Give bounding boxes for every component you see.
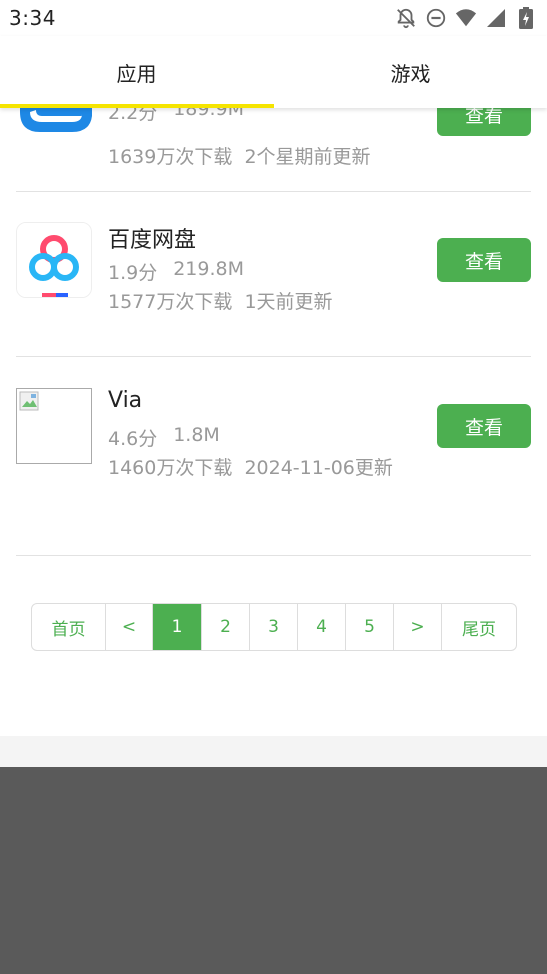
app-downloads: 1460万次下载 2024-11-06更新	[108, 451, 398, 485]
page-last[interactable]: 尾页	[442, 604, 516, 650]
update-time: 2个星期前更新	[244, 146, 371, 168]
page-5[interactable]: 5	[346, 604, 394, 650]
download-count: 1639万次下载	[108, 146, 233, 168]
page-1[interactable]: 1	[153, 604, 202, 650]
notifications-off-icon	[395, 7, 417, 29]
status-icons	[395, 6, 537, 30]
status-bar: 3:34	[0, 0, 547, 36]
divider	[16, 356, 531, 357]
battery-charging-icon	[515, 7, 537, 29]
app-rating: 4.6分	[108, 428, 158, 450]
app-downloads: 1639万次下载 2个星期前更新	[108, 140, 398, 174]
baidu-netdisk-icon[interactable]	[16, 222, 92, 298]
update-time: 1天前更新	[244, 291, 333, 313]
tab-games[interactable]: 游戏	[274, 36, 547, 108]
divider	[16, 555, 531, 556]
download-count: 1577万次下载	[108, 291, 233, 313]
page-first[interactable]: 首页	[32, 604, 106, 650]
view-button[interactable]: 查看	[437, 404, 531, 448]
update-time: 2024-11-06更新	[244, 457, 393, 479]
page-prev[interactable]: <	[106, 604, 153, 650]
bottom-overlay	[0, 767, 547, 974]
page-2[interactable]: 2	[202, 604, 250, 650]
app-meta: 4.6分 1.8M	[108, 424, 220, 451]
tab-bar: 应用 游戏	[0, 36, 547, 108]
download-count: 1460万次下载	[108, 457, 233, 479]
list-item[interactable]: Via 4.6分 1.8M 1460万次下载 2024-11-06更新 查看	[16, 388, 531, 538]
view-button[interactable]: 查看	[437, 238, 531, 282]
app-list[interactable]: 2.2分 189.9M 1639万次下载 2个星期前更新 查看 百度网盘 1.9…	[0, 36, 547, 736]
app-name: 百度网盘	[108, 228, 197, 253]
page-3[interactable]: 3	[250, 604, 298, 650]
app-size: 1.8M	[173, 424, 220, 446]
broken-image-icon[interactable]	[16, 388, 92, 464]
status-time: 3:34	[9, 6, 56, 30]
wifi-icon	[455, 7, 477, 29]
tab-apps[interactable]: 应用	[0, 36, 273, 108]
app-downloads: 1577万次下载 1天前更新	[108, 285, 398, 319]
app-meta: 1.9分 219.8M	[108, 258, 244, 285]
app-size: 219.8M	[173, 258, 245, 280]
tab-indicator	[0, 104, 274, 108]
footer-strip	[0, 736, 547, 767]
do-not-disturb-icon	[425, 7, 447, 29]
divider	[16, 191, 531, 192]
list-item[interactable]: 百度网盘 1.9分 219.8M 1577万次下载 1天前更新 查看	[16, 222, 531, 332]
app-name: Via	[108, 388, 143, 413]
page-next[interactable]: >	[394, 604, 442, 650]
app-rating: 1.9分	[108, 262, 158, 284]
pagination: 首页 < 1 2 3 4 5 > 尾页	[31, 603, 517, 651]
page-4[interactable]: 4	[298, 604, 346, 650]
cell-signal-icon	[485, 7, 507, 29]
